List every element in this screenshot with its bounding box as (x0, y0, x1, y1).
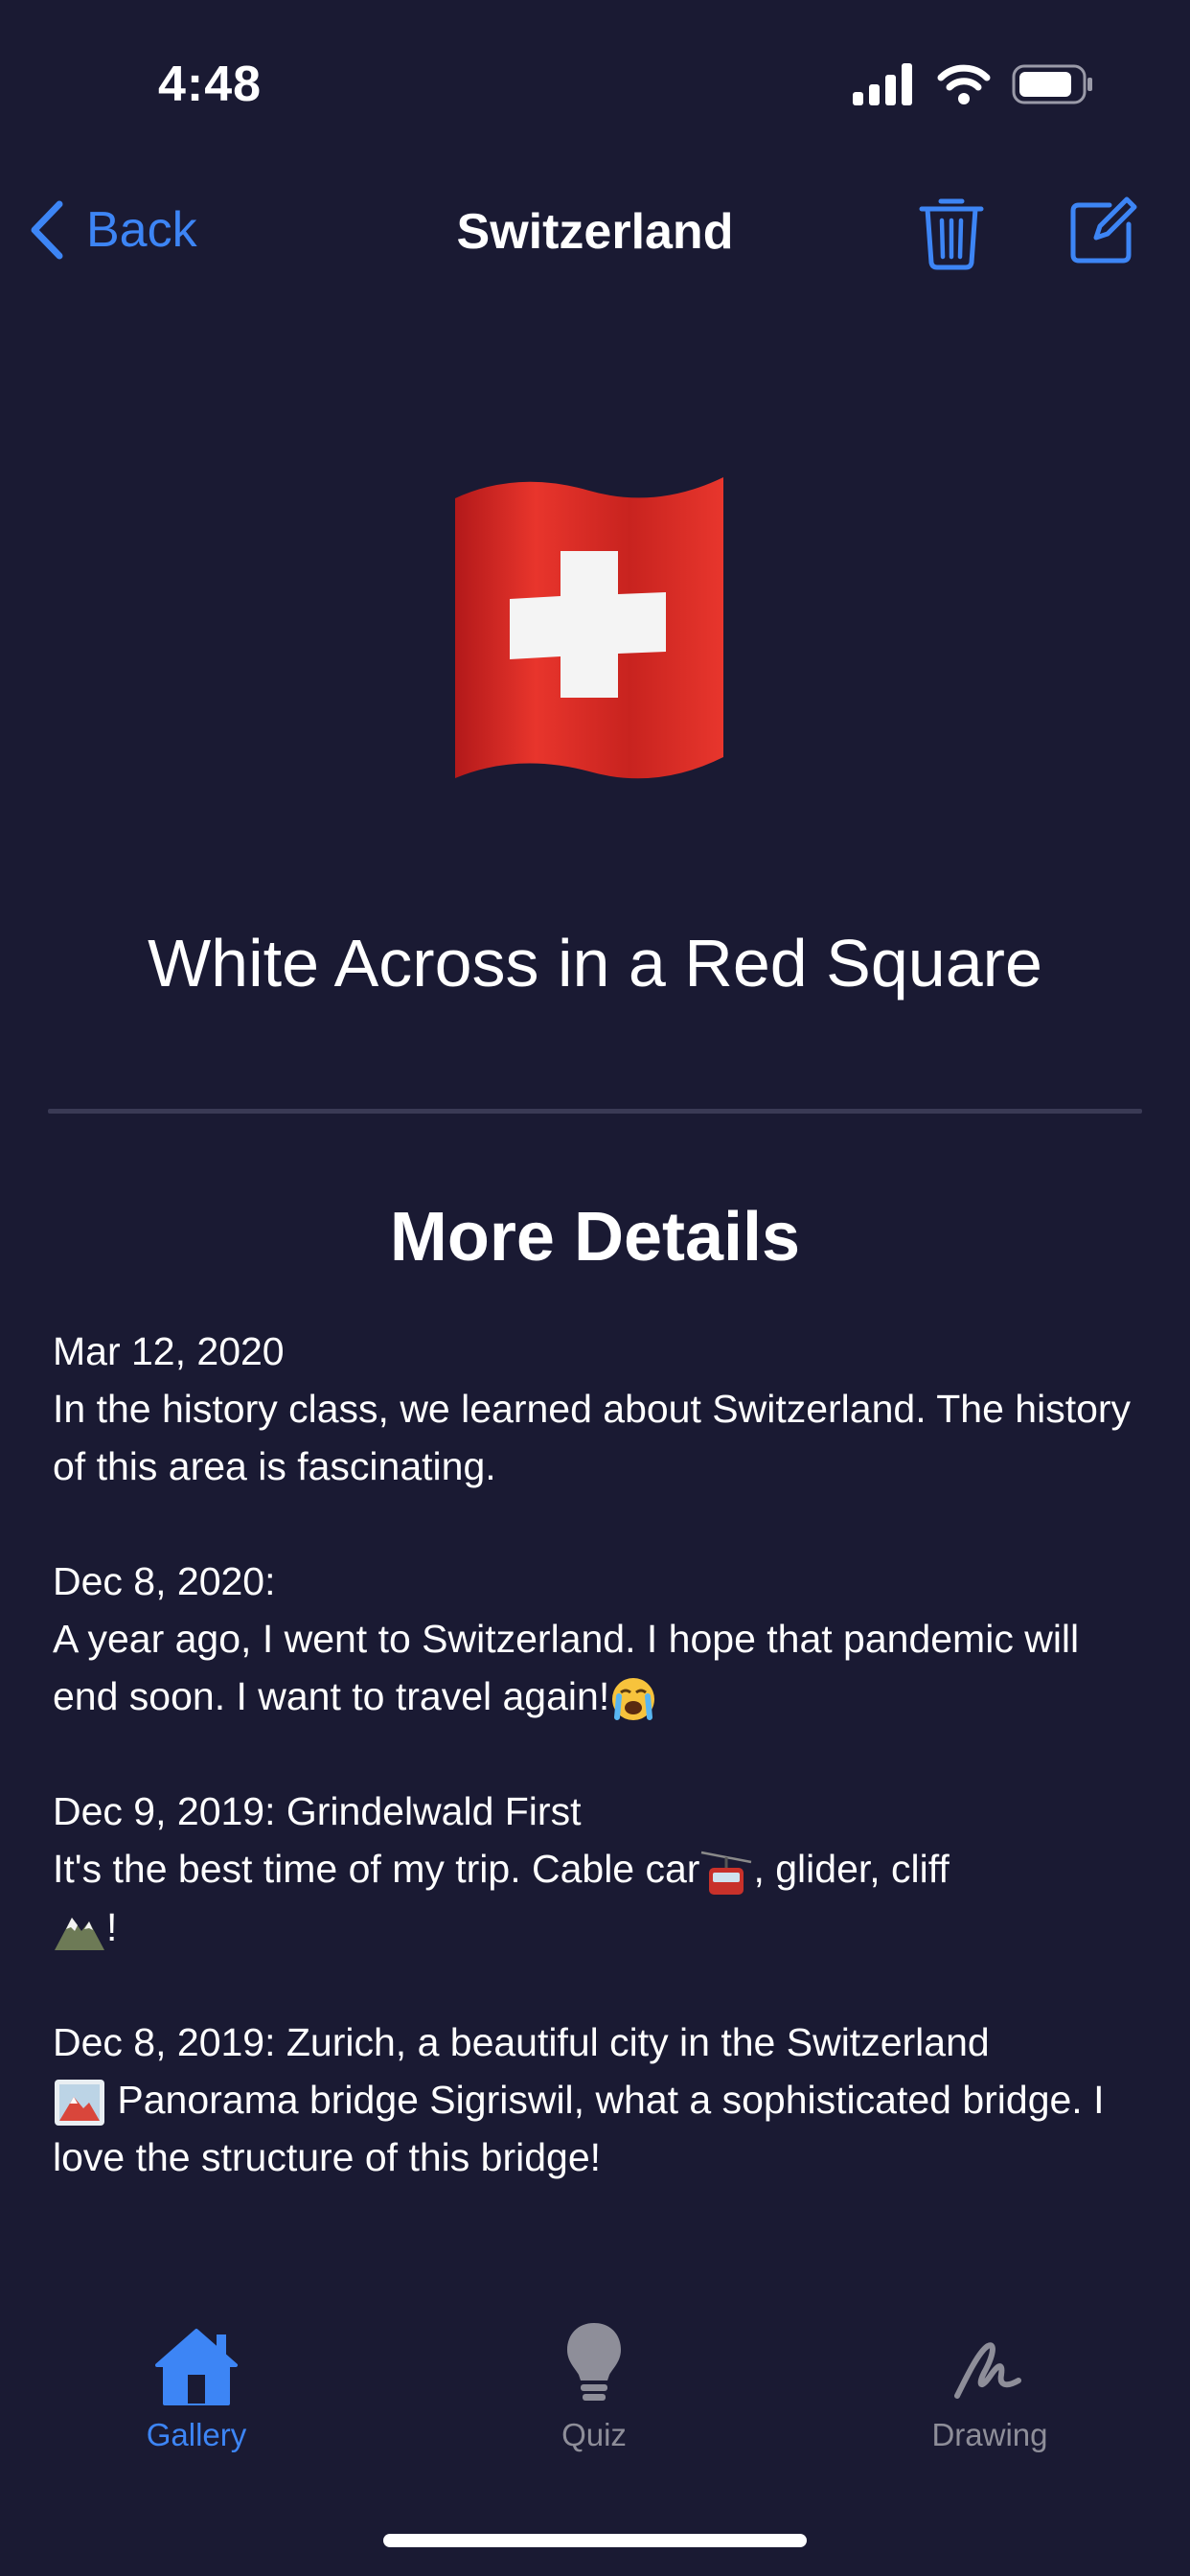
flag-description: White Across in a Red Square (148, 926, 1042, 1000)
battery-icon (1012, 64, 1092, 104)
home-indicator[interactable] (383, 2534, 807, 2547)
status-bar: 4:48 (0, 0, 1190, 144)
entry-text-span: ! (106, 1905, 118, 1950)
divider (48, 1109, 1142, 1114)
entry-date: Mar 12, 2020 (53, 1329, 285, 1373)
aerial-tramway-icon (701, 1851, 752, 1896)
compose-icon (1070, 196, 1137, 264)
tab-label: Drawing (931, 2417, 1048, 2452)
entry-text-span: A year ago, I went to Switzerland. I hop… (53, 1617, 1080, 1718)
wifi-icon (937, 64, 991, 104)
status-time: 4:48 (158, 57, 263, 112)
section-title: More Details (389, 1199, 801, 1276)
navigation-bar: Back Switzerland (0, 172, 1190, 288)
entry-text-span: Panorama bridge Sigriswil, what a sophis… (53, 2078, 1105, 2180)
detail-entry: Dec 8, 2020: A year ago, I went to Switz… (53, 1552, 1145, 1725)
tab-label: Gallery (146, 2417, 247, 2452)
mountain-icon (55, 1918, 104, 1951)
delete-button[interactable] (918, 194, 985, 270)
entry-text: Panorama bridge Sigriswil, what a sophis… (53, 2071, 1145, 2186)
tab-bar: Gallery Quiz Drawing (0, 2319, 1190, 2501)
lightbulb-icon (567, 2323, 621, 2401)
page-title: Switzerland (456, 204, 734, 260)
status-icons (853, 63, 1094, 105)
detail-entry: Mar 12, 2020 In the history class, we le… (53, 1322, 1145, 1495)
entry-text-span: It's the best time of my trip. Cable car (53, 1847, 700, 1891)
entry-date: Dec 8, 2020: (53, 1559, 276, 1603)
edit-button[interactable] (1067, 196, 1138, 266)
entry-text: A year ago, I went to Switzerland. I hop… (53, 1610, 1145, 1725)
screen: 4:48 Back Switzerland White Across in a … (0, 0, 1190, 2576)
swiss-flag-icon (455, 477, 723, 779)
trash-icon (919, 198, 984, 270)
tab-label: Quiz (561, 2417, 627, 2452)
entry-date: Dec 9, 2019: Grindelwald First (53, 1789, 582, 1833)
entry-text-span: , glider, cliff (753, 1847, 950, 1891)
tab-gallery[interactable]: Gallery (72, 2319, 321, 2453)
detail-entry: Dec 9, 2019: Grindelwald First It's the … (53, 1782, 1145, 1956)
entry-text: It's the best time of my trip. Cable car… (53, 1840, 1145, 1956)
crying-face-icon (612, 1678, 655, 1721)
details-text: Mar 12, 2020 In the history class, we le… (53, 1322, 1145, 2243)
entry-date: Dec 8, 2019: Zurich, a beautiful city in… (53, 2020, 990, 2065)
photo-icon (55, 2080, 104, 2127)
cellular-signal-icon (853, 63, 912, 105)
scribble-icon (954, 2342, 1021, 2399)
house-icon (155, 2329, 238, 2405)
tab-quiz[interactable]: Quiz (469, 2319, 719, 2453)
entry-text: In the history class, we learned about S… (53, 1387, 1132, 1488)
swiss-flag-emoji (450, 470, 728, 781)
detail-entry: Dec 8, 2019: Zurich, a beautiful city in… (53, 2013, 1145, 2186)
tab-drawing[interactable]: Drawing (865, 2319, 1114, 2453)
